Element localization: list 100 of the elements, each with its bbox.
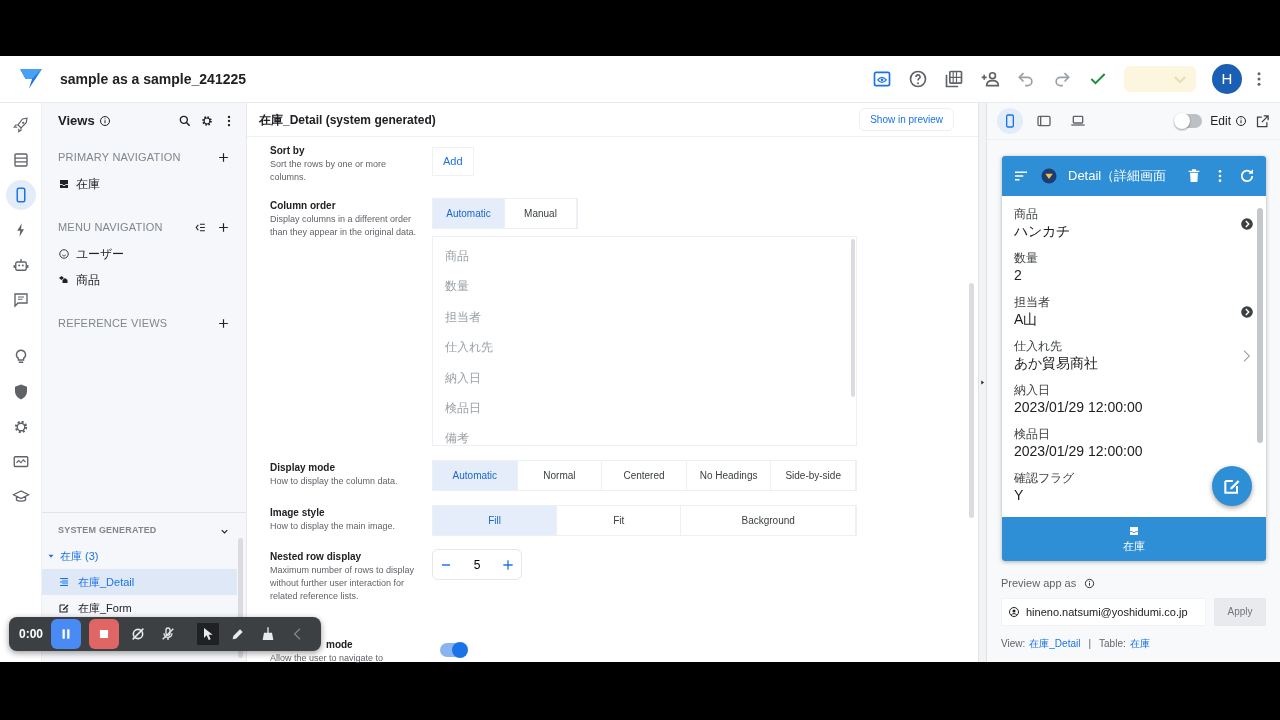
scrollbar[interactable] (1257, 208, 1263, 443)
field-label: 商品 (1014, 206, 1038, 221)
field-label: 担当者 (1014, 294, 1050, 309)
section-heading: REFERENCE VIEWS (58, 315, 169, 331)
setting-description: Display columns in a different order than they appear in the original data. (270, 213, 418, 239)
phone-icon[interactable] (997, 108, 1023, 134)
editor-title: 在庫_Detail (system generated) (259, 111, 437, 129)
edit-label: Edit (1210, 113, 1231, 130)
add-icon[interactable] (217, 316, 230, 330)
add-button[interactable]: Add (432, 147, 474, 176)
field-value: 2023/01/29 12:00:00 (1014, 441, 1143, 461)
search-icon[interactable] (178, 114, 192, 128)
tree-item[interactable]: 在庫_Form (42, 595, 237, 621)
setting-description: Allow the user to navigate to (270, 653, 385, 663)
section-heading: MENU NAVIGATION (58, 219, 164, 235)
edit-icon[interactable] (1212, 466, 1252, 506)
column-name: 備考 (445, 430, 470, 448)
column-name: 検品日 (445, 399, 482, 417)
add-person-icon[interactable] (980, 69, 1000, 89)
field-value: A山 (1014, 309, 1038, 329)
setting-label: Sort by (270, 144, 306, 158)
info-icon (98, 115, 111, 127)
phone-icon[interactable] (5, 180, 36, 210)
scrollbar[interactable] (969, 283, 974, 518)
settings-icon[interactable] (200, 114, 214, 128)
smiley-icon (58, 248, 70, 260)
view-item[interactable]: 在庫 (42, 171, 246, 197)
table-label: Table: (1099, 636, 1126, 651)
panel-title: Views (58, 112, 95, 131)
field-label: 確認フラグ (1014, 470, 1074, 485)
setting-label: Image style (270, 506, 326, 520)
inbox-icon (1128, 525, 1140, 537)
field-label: 仕入れ先 (1014, 338, 1062, 353)
setting-label: Nested row display (270, 550, 363, 564)
field-value: 2023/01/29 12:00:00 (1014, 397, 1143, 417)
avatar-button[interactable]: H (1212, 64, 1242, 94)
show-in-preview-button[interactable]: Show in preview (859, 108, 954, 131)
delete-icon[interactable] (1186, 168, 1202, 184)
column-name: 担当者 (445, 308, 482, 326)
view-item[interactable]: ユーザー (42, 241, 246, 267)
info-icon (1084, 577, 1096, 589)
section-heading: PRIMARY NAVIGATION (58, 149, 182, 165)
field-value: Y (1014, 485, 1024, 505)
caret-icon (1174, 76, 1186, 83)
preview-icon[interactable] (872, 69, 892, 89)
add-icon[interactable] (217, 150, 230, 164)
field-label: 数量 (1014, 250, 1038, 265)
tree-item[interactable]: 在庫_Detail (42, 569, 237, 595)
setting-label: Column order (270, 199, 337, 213)
column-name: 商品 (445, 248, 470, 265)
table-link[interactable]: 在庫 (1129, 635, 1150, 651)
stop-icon[interactable] (89, 619, 120, 649)
person-icon (1008, 605, 1020, 618)
user-field[interactable]: hineno.natsumi@yoshidumi.co.jp (1001, 597, 1206, 626)
segment-option[interactable]: Automatic (433, 461, 518, 490)
app-bar-title: Detail（詳細画面 (1068, 167, 1168, 186)
field-label: 納入日 (1014, 382, 1050, 397)
arrow-circle-icon[interactable] (1240, 217, 1254, 231)
field-label: 検品日 (1014, 426, 1050, 441)
pointer-icon[interactable] (197, 623, 220, 645)
setting-description: Sort the rows by one or more columns. (270, 158, 388, 184)
inbox-icon (58, 178, 70, 190)
library-icon[interactable] (944, 69, 964, 89)
info-icon (1235, 115, 1247, 127)
timer: 0:00 (19, 626, 44, 643)
field-value: ハンカチ (1014, 221, 1070, 241)
segment-option[interactable]: Automatic (433, 199, 505, 228)
edit-toggle[interactable] (1176, 114, 1203, 128)
field-value: あか貿易商社 (1014, 353, 1098, 373)
view-label: View: (1001, 636, 1026, 651)
column-name: 納入日 (445, 369, 482, 387)
open-new-window-icon[interactable] (1255, 113, 1270, 129)
pause-icon[interactable] (51, 619, 82, 649)
list-icon (58, 576, 70, 588)
arrow-circle-icon[interactable] (1240, 305, 1254, 319)
column-name: 仕入れ先 (445, 339, 494, 357)
setting-description: How to display the main image. (270, 520, 397, 533)
setting-label: Display mode (270, 461, 337, 475)
plus-icon[interactable] (501, 557, 515, 572)
section-heading: SYSTEM GENERATED (58, 524, 158, 538)
cubes-icon (58, 274, 70, 286)
app-badge-icon (1040, 167, 1058, 185)
add-icon[interactable] (217, 220, 230, 234)
segment-option[interactable]: Fill (433, 506, 558, 535)
setting-description: How to display the column data. (270, 475, 399, 488)
preview-as-label: Preview app as (1001, 576, 1077, 591)
separator: | (1088, 636, 1092, 651)
setting-label: mode (326, 638, 353, 651)
help-icon[interactable] (908, 69, 928, 89)
field-value: 2 (1014, 265, 1022, 285)
setting-description: Maximum number of rows to display without further user interaction for related reference lists. (270, 564, 416, 603)
view-link[interactable]: 在庫_Detail (1029, 635, 1081, 651)
tree-group[interactable]: 在庫 (3) (42, 543, 237, 569)
view-item[interactable]: 商品 (42, 267, 246, 293)
expand-arrow-icon (979, 379, 986, 386)
column-name: 数量 (445, 278, 470, 296)
refresh-icon[interactable] (1238, 167, 1256, 185)
edit-icon (58, 602, 70, 614)
toggle-switch[interactable] (440, 643, 466, 657)
app-title: sample as a sample_241225 (60, 69, 247, 89)
